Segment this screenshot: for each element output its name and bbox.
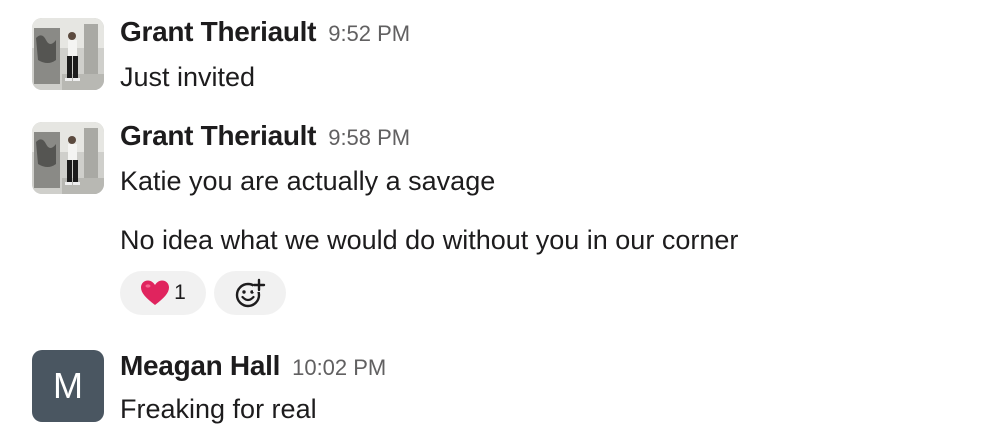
add-reaction-icon [235,278,266,308]
user-avatar[interactable] [32,18,104,90]
timestamp[interactable]: 10:02 PM [292,355,386,380]
timestamp[interactable]: 9:58 PM [328,125,410,150]
avatar-photo-icon [32,18,104,90]
add-reaction-button[interactable] [214,271,286,315]
message-text: Just invited [120,62,256,92]
message-header: Grant Theriault 9:52 PM [120,16,410,48]
message-header: Meagan Hall 10:02 PM [120,350,386,382]
user-avatar[interactable] [32,122,104,194]
author-name[interactable]: Grant Theriault [120,16,317,47]
avatar-photo-icon [32,122,104,194]
user-avatar[interactable]: M [32,350,104,422]
reaction-pill[interactable]: 1 [120,271,206,315]
author-name[interactable]: Grant Theriault [120,120,317,151]
timestamp[interactable]: 9:52 PM [328,21,410,46]
heart-icon [141,280,170,305]
message-header: Grant Theriault 9:58 PM [120,120,410,152]
message-text: Katie you are actually a savage [120,166,496,196]
message-text: Freaking for real [120,394,317,424]
reaction-count: 1 [174,281,186,304]
author-name[interactable]: Meagan Hall [120,350,280,381]
message-text: No idea what we would do without you in … [120,225,739,255]
